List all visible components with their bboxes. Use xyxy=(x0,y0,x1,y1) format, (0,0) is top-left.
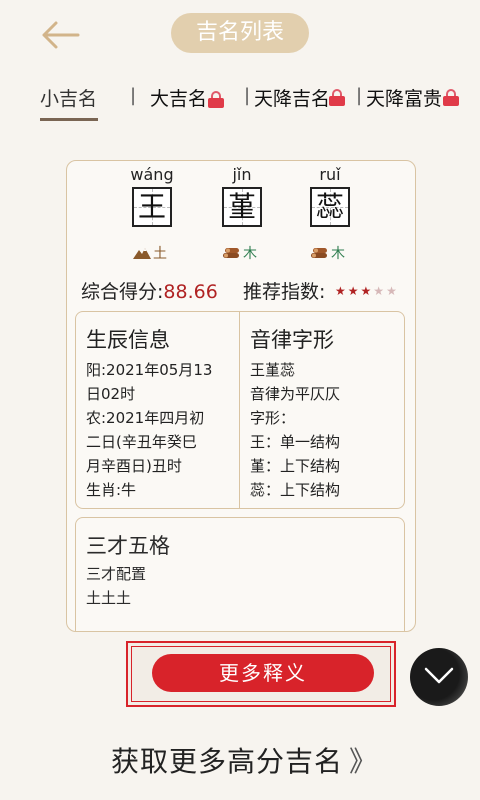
sancai-wuge-section: 三才五格 三才配置 土土土 xyxy=(75,517,405,631)
page-title: 吉名列表 xyxy=(171,13,309,53)
wood-logs-icon xyxy=(223,248,239,258)
sancai-title: 三才五格 xyxy=(86,534,170,558)
tab-xiao-ji-ming[interactable]: 小吉名 xyxy=(40,84,97,111)
element-label: 木 xyxy=(311,243,345,263)
phonetic-section: 音律字形 王堇蕊 音律为平仄仄 字形： 王：单一结构 堇：上下结构 蕊：上下结构 xyxy=(250,324,400,502)
lock-icon xyxy=(329,89,345,106)
pinyin-label: ruǐ xyxy=(319,165,341,184)
tab-separator: | xyxy=(356,85,363,106)
get-more-names-link[interactable]: 获取更多高分吉名》 xyxy=(0,740,480,780)
double-chevron-icon: 》 xyxy=(349,745,377,778)
chevron-down-icon xyxy=(424,667,454,684)
birth-info-line: 二日(辛丑年癸巳 xyxy=(86,433,197,451)
tab-separator: | xyxy=(244,85,251,106)
info-panel: 生辰信息 阳:2021年05月13 日02时 农:2021年四月初 二日(辛丑年… xyxy=(75,311,405,509)
phonetic-line: 音律为平仄仄 xyxy=(250,385,341,403)
score-value: 88.66 xyxy=(163,281,218,303)
birth-info-line: 月辛酉日)丑时 xyxy=(86,457,182,475)
recommend-label: 推荐指数: xyxy=(243,281,326,303)
pinyin-label: wáng xyxy=(130,165,174,184)
element-label: 木 xyxy=(223,243,257,263)
tab-separator: | xyxy=(130,85,137,106)
birth-info-section: 生辰信息 阳:2021年05月13 日02时 农:2021年四月初 二日(辛丑年… xyxy=(86,324,234,502)
lock-icon xyxy=(443,89,459,106)
tab-da-ji-ming[interactable]: 大吉名 xyxy=(150,84,225,111)
more-explanation-button[interactable]: 更多释义 xyxy=(152,654,374,692)
birth-info-line: 生肖:牛 xyxy=(86,481,137,499)
phonetic-title: 音律字形 xyxy=(250,328,334,352)
phonetic-line: 堇：上下结构 xyxy=(250,457,341,475)
sancai-lines: 三才配置 土土土 xyxy=(86,565,147,607)
phonetic-line: 王：单一结构 xyxy=(250,433,341,451)
name-card: wáng 王 土 jǐn 堇 木 ruǐ 蕊 木 综合得分:88.66 推荐指数… xyxy=(66,160,416,632)
birth-info-line: 日02时 xyxy=(86,385,136,403)
overall-score: 综合得分:88.66 xyxy=(81,281,218,303)
phonetic-line: 王堇蕊 xyxy=(250,361,296,379)
star-filled-icon: ★ xyxy=(360,284,374,298)
mountain-icon xyxy=(133,248,151,259)
back-arrow-icon[interactable] xyxy=(38,18,82,52)
name-char-box: 堇 xyxy=(222,187,262,227)
star-empty-icon: ★ xyxy=(373,284,387,298)
birth-info-line: 阳:2021年05月13 xyxy=(86,361,213,379)
star-empty-icon: ★ xyxy=(386,284,399,298)
expand-toggle[interactable] xyxy=(410,648,468,706)
pinyin-label: jǐn xyxy=(232,165,252,184)
recommend-stars: ★★★★★ xyxy=(335,284,399,298)
active-tab-indicator xyxy=(40,118,98,121)
phonetic-line: 字形： xyxy=(250,409,296,427)
star-filled-icon: ★ xyxy=(347,284,361,298)
star-filled-icon: ★ xyxy=(335,284,348,298)
phonetic-line: 蕊：上下结构 xyxy=(250,481,341,499)
name-char-box: 王 xyxy=(132,187,172,227)
panel-divider xyxy=(239,312,240,508)
wood-logs-icon xyxy=(311,248,327,258)
element-label: 土 xyxy=(133,243,167,263)
lock-icon xyxy=(208,91,225,108)
birth-info-title: 生辰信息 xyxy=(86,328,170,352)
name-char-box: 蕊 xyxy=(310,187,350,227)
birth-info-line: 农:2021年四月初 xyxy=(86,409,205,427)
